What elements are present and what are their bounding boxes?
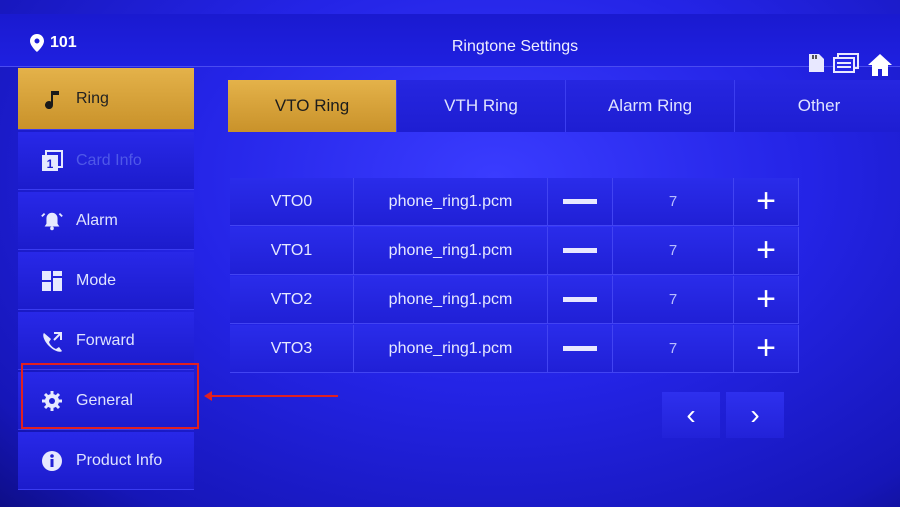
table-row: VTO1 phone_ring1.pcm 7 + xyxy=(230,227,799,275)
volume-decrease-button[interactable] xyxy=(548,178,613,226)
header-bar: 101 Ringtone Settings xyxy=(0,14,900,67)
home-icon[interactable] xyxy=(866,52,894,83)
volume-value: 7 xyxy=(613,227,734,275)
page-title: Ringtone Settings xyxy=(451,38,579,55)
alarm-bell-icon xyxy=(40,210,64,232)
volume-value: 7 xyxy=(613,276,734,324)
volume-increase-button[interactable]: + xyxy=(734,276,799,324)
sidebar-item-label: Ring xyxy=(76,89,109,107)
sidebar-item-product-info[interactable]: Product Info xyxy=(18,432,194,490)
sidebar-item-label: Mode xyxy=(76,271,117,289)
ring-table: VTO0 phone_ring1.pcm 7 + VTO1 phone_ring… xyxy=(230,178,799,374)
device-name: VTO0 xyxy=(230,178,354,226)
music-note-icon xyxy=(40,88,64,110)
sidebar-item-card-info[interactable]: 1 Card Info xyxy=(18,132,194,190)
table-row: VTO0 phone_ring1.pcm 7 + xyxy=(230,178,799,226)
grid-icon xyxy=(40,270,64,292)
sidebar-item-forward[interactable]: Forward xyxy=(18,312,194,370)
sidebar-item-alarm[interactable]: Alarm xyxy=(18,192,194,250)
tab-alarm-ring[interactable]: Alarm Ring xyxy=(566,80,735,132)
minus-icon xyxy=(563,248,597,253)
tab-vto-ring[interactable]: VTO Ring xyxy=(228,80,397,132)
svg-text:1: 1 xyxy=(47,157,54,171)
ringtone-file[interactable]: phone_ring1.pcm xyxy=(354,276,548,324)
volume-decrease-button[interactable] xyxy=(548,325,613,373)
sidebar-item-label: Product Info xyxy=(76,451,163,469)
card-icon: 1 xyxy=(40,149,64,172)
volume-increase-button[interactable]: + xyxy=(734,325,799,373)
ringtone-file[interactable]: phone_ring1.pcm xyxy=(354,325,548,373)
table-row: VTO2 phone_ring1.pcm 7 + xyxy=(230,276,799,324)
sidebar-item-ring[interactable]: Ring xyxy=(18,68,194,130)
device-screen: 101 Ringtone Settings Ring 1 Card Info A… xyxy=(0,0,900,507)
sidebar-item-label: Alarm xyxy=(76,211,118,229)
sd-card-icon[interactable] xyxy=(804,52,826,83)
volume-value: 7 xyxy=(613,325,734,373)
volume-increase-button[interactable]: + xyxy=(734,227,799,275)
minus-icon xyxy=(563,297,597,302)
next-page-button[interactable]: › xyxy=(726,392,784,438)
info-icon xyxy=(40,450,64,472)
ringtone-file[interactable]: phone_ring1.pcm xyxy=(354,227,548,275)
minus-icon xyxy=(563,346,597,351)
prev-page-button[interactable]: ‹ xyxy=(662,392,720,438)
minus-icon xyxy=(563,199,597,204)
ring-tabs: VTO Ring VTH Ring Alarm Ring Other xyxy=(228,80,900,132)
tab-other[interactable]: Other xyxy=(735,80,900,132)
ringtone-file[interactable]: phone_ring1.pcm xyxy=(354,178,548,226)
sidebar-item-label: Card Info xyxy=(76,151,142,169)
table-row: VTO3 phone_ring1.pcm 7 + xyxy=(230,325,799,373)
device-name: VTO3 xyxy=(230,325,354,373)
status-icons xyxy=(804,52,894,83)
volume-decrease-button[interactable] xyxy=(548,227,613,275)
annotation-arrow-head xyxy=(204,391,212,401)
tab-vth-ring[interactable]: VTH Ring xyxy=(397,80,566,132)
volume-increase-button[interactable]: + xyxy=(734,178,799,226)
messages-icon[interactable] xyxy=(832,52,860,83)
pagination: ‹ › xyxy=(662,392,784,438)
annotation-highlight-box xyxy=(21,363,199,429)
volume-decrease-button[interactable] xyxy=(548,276,613,324)
sidebar-item-label: Forward xyxy=(76,331,135,349)
device-name: VTO2 xyxy=(230,276,354,324)
volume-value: 7 xyxy=(613,178,734,226)
annotation-arrow xyxy=(208,395,338,397)
device-name: VTO1 xyxy=(230,227,354,275)
sidebar-item-mode[interactable]: Mode xyxy=(18,252,194,310)
phone-forward-icon xyxy=(40,330,64,352)
